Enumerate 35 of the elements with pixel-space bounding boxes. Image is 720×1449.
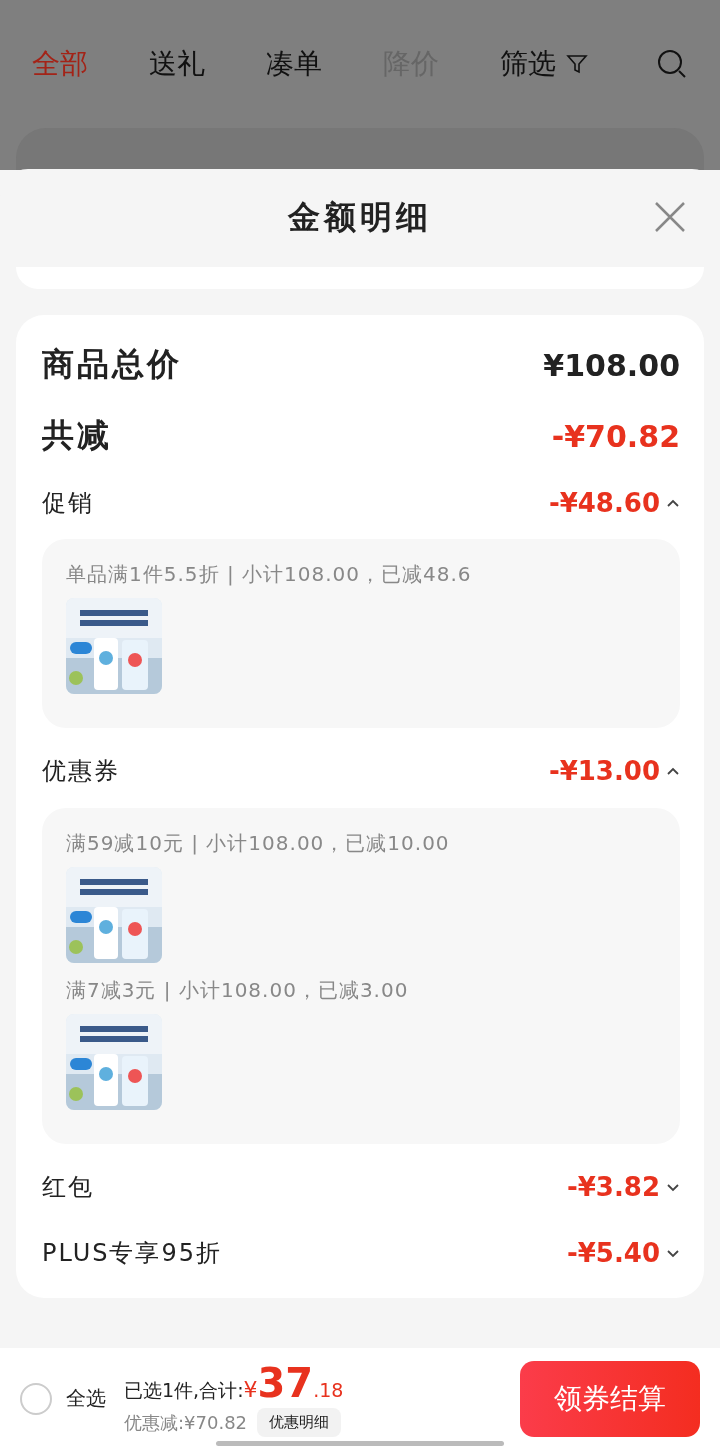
discount-label: 促销 [42, 488, 94, 519]
select-all-checkbox[interactable] [20, 1382, 52, 1415]
discount-label: 红包 [42, 1172, 94, 1203]
checkout-button[interactable]: 领券结算 [520, 1360, 700, 1437]
filter-tab[interactable]: 凑单 [266, 45, 383, 83]
discount-detail-text: 满59减10元 | 小计108.00，已减10.00 [66, 830, 451, 857]
discount-detail-text: 满7减3元 | 小计108.00，已减3.00 [66, 977, 410, 1004]
discount-value: -¥13.00 [548, 756, 660, 786]
filter-tab[interactable]: 筛选 [500, 45, 617, 83]
discount-value: -¥5.40 [566, 1238, 660, 1268]
close-icon[interactable] [654, 201, 686, 233]
chevron-up-icon[interactable] [666, 766, 680, 776]
price-integer: 37 [257, 1360, 314, 1406]
select-all-label: 全选 [66, 1385, 106, 1412]
reduction-label: 共减 [42, 415, 112, 456]
total-value: ¥108.00 [543, 347, 680, 383]
discount-detail-button[interactable]: 优惠明细 [257, 1408, 342, 1437]
chevron-down-icon[interactable] [666, 1182, 680, 1192]
discount-detail-text: 单品满1件5.5折 | 小计108.00，已减48.6 [66, 561, 473, 588]
selected-summary: 已选1件,合计: [124, 1378, 244, 1403]
total-label: 商品总价 [42, 344, 182, 385]
sheet-title: 金额明细 [288, 197, 432, 238]
filter-tab[interactable]: 送礼 [149, 45, 266, 83]
filter-icon [566, 53, 588, 75]
discount-value: -¥3.82 [566, 1172, 660, 1202]
currency-symbol: ¥ [243, 1377, 258, 1402]
price-decimal: .18 [313, 1379, 344, 1401]
chevron-up-icon[interactable] [666, 498, 680, 508]
discount-total: 优惠减:¥70.82 [124, 1410, 248, 1435]
chevron-down-icon[interactable] [666, 1248, 680, 1258]
search-icon[interactable] [656, 48, 688, 80]
discount-label: 优惠券 [42, 756, 120, 787]
discount-value: -¥48.60 [548, 488, 660, 518]
reduction-value: -¥70.82 [551, 418, 680, 454]
discount-label: PLUS专享95折 [42, 1238, 222, 1269]
